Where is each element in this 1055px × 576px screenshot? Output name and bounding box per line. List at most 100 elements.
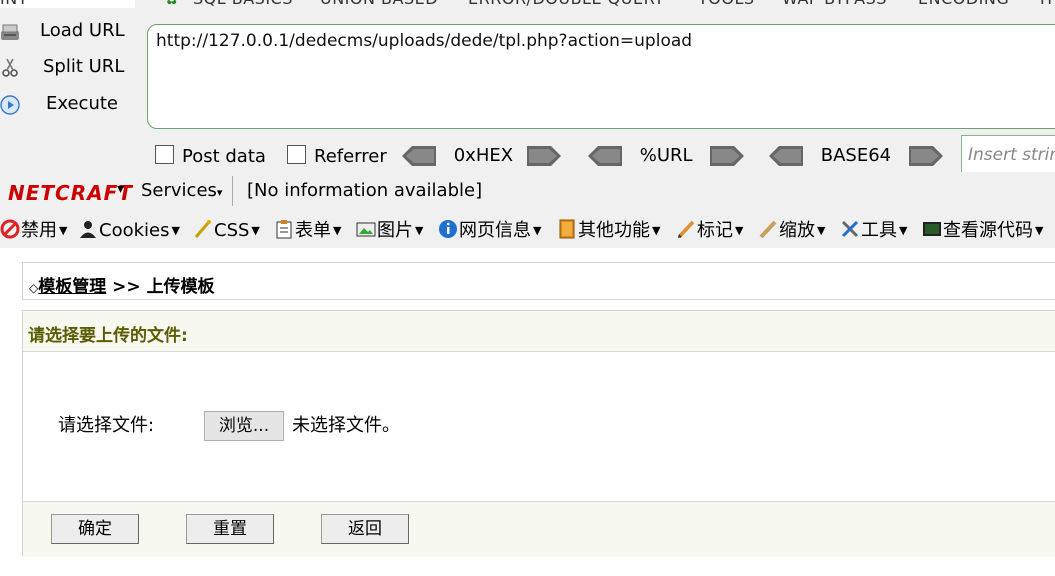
chevron-down-icon: ▼ (415, 224, 424, 237)
services-menu[interactable]: Services▾ (141, 180, 222, 201)
chevron-down-icon: ▼ (899, 224, 908, 237)
referrer-checkbox[interactable]: Referrer (287, 144, 387, 170)
post-data-checkbox[interactable]: Post data (155, 144, 266, 170)
services-label: Services (141, 180, 217, 201)
chevron-down-icon: ▼ (59, 224, 68, 237)
images-label: 图片 (377, 220, 413, 241)
form-header: 请选择要上传的文件: (23, 311, 1055, 352)
cookies-menu[interactable]: Cookies ▼ (78, 218, 180, 244)
insert-string-input[interactable]: Insert string (961, 135, 1055, 177)
post-data-check[interactable] (155, 145, 174, 164)
breadcrumb-text: ◇模板管理 >> 上传模板 (29, 272, 215, 297)
menu-sql-basics[interactable]: SQL BASICS (193, 0, 293, 8)
chevron-down-icon: ▼ (251, 224, 260, 237)
back-button[interactable]: 返回 (321, 514, 409, 544)
arrow-right-icon[interactable] (526, 146, 561, 166)
menu-waf-bypass[interactable]: WAF BYPASS (782, 0, 887, 8)
person-icon (80, 221, 96, 238)
chevron-down-icon: ▼ (817, 224, 826, 237)
forms-menu[interactable]: 表单 ▼ (274, 218, 341, 244)
form-footer: 确定 重置 返回 (23, 501, 1055, 557)
url-textarea[interactable]: http://127.0.0.1/dedecms/uploads/dede/tp… (147, 24, 1055, 129)
breadcrumb-link-template-manage[interactable]: 模板管理 (38, 277, 106, 297)
view-source-menu[interactable]: 查看源代码 ▼ (922, 218, 1043, 244)
base64-encoder[interactable]: BASE64 (769, 144, 943, 170)
misc-label: 其他功能 (578, 220, 650, 241)
menu-tools[interactable]: TOOLS (698, 0, 755, 8)
netcraft-logo-text: NETCRAFT (8, 181, 133, 205)
chevron-down-icon: ▼ (333, 224, 342, 237)
chevron-down-icon: ▾ (216, 186, 223, 199)
split-url-label: Split URL (43, 56, 125, 77)
disable-icon (0, 219, 20, 239)
arrow-right-icon[interactable] (908, 146, 943, 166)
images-menu[interactable]: 图片 ▼ (356, 218, 423, 244)
breadcrumb: ◇模板管理 >> 上传模板 (22, 262, 1055, 300)
referrer-label: Referrer (314, 146, 387, 167)
css-label: CSS (214, 220, 250, 241)
disable-menu[interactable]: 禁用 ▼ (0, 218, 67, 244)
page-info-menu[interactable]: 网页信息 ▼ (438, 218, 541, 244)
page-content: ◇模板管理 >> 上传模板 请选择要上传的文件: 请选择文件: 浏览... 未选… (0, 248, 1055, 576)
file-label: 请选择文件: (58, 415, 155, 436)
cookies-label: Cookies (99, 220, 170, 241)
menu-int[interactable]: INT (0, 0, 28, 8)
webdev-toolbar: 禁用 ▼ Cookies ▼ CSS ▼ 表单 ▼ 图片 ▼ 网页信息 ▼ 其他功能 ▼ 标记… (0, 212, 1055, 248)
hackbar-panel: Load URL Split URL Execute http://127.0.… (0, 8, 1055, 177)
pencil-icon (677, 220, 695, 239)
ok-button[interactable]: 确定 (51, 514, 139, 544)
image-icon (356, 222, 376, 237)
forms-label: 表单 (295, 220, 331, 241)
arrow-right-icon[interactable] (710, 146, 745, 166)
scissors-icon (2, 58, 18, 77)
chevron-down-icon: ▼ (652, 224, 661, 237)
form-title: 请选择要上传的文件: (28, 326, 188, 346)
execute-label: Execute (46, 93, 118, 114)
resize-label: 缩放 (779, 220, 815, 241)
arrow-left-icon[interactable] (769, 146, 803, 166)
top-menu-bar: INT ✿ SQL BASICS UNION BASED ERROR/DOUBL… (0, 0, 1055, 8)
chevron-down-icon[interactable]: ▾ (117, 181, 124, 197)
arrow-left-icon[interactable] (402, 146, 436, 166)
menu-encoding[interactable]: ENCODING (918, 0, 1009, 8)
menu-green-icon: ✿ (165, 0, 179, 8)
netcraft-toolbar: NETCRAFT ▾ Services▾ [No information ava… (0, 172, 1055, 210)
disable-label: 禁用 (21, 220, 57, 241)
css-menu[interactable]: CSS ▼ (193, 218, 260, 244)
toolbar-divider (232, 176, 233, 206)
browse-button[interactable]: 浏览... (204, 411, 284, 441)
no-file-text: 未选择文件。 (292, 415, 400, 436)
tools-label: 工具 (861, 220, 897, 241)
tools-menu[interactable]: 工具 ▼ (840, 218, 907, 244)
site-info: [No information available] (247, 180, 483, 201)
page-info-label: 网页信息 (459, 220, 531, 241)
reset-button[interactable]: 重置 (186, 514, 274, 544)
book-icon (559, 219, 575, 239)
tools-icon (841, 220, 859, 238)
view-source-label: 查看源代码 (943, 220, 1033, 241)
resize-menu[interactable]: 缩放 ▼ (758, 218, 825, 244)
breadcrumb-current: 上传模板 (146, 277, 215, 297)
misc-menu[interactable]: 其他功能 ▼ (557, 218, 660, 244)
referrer-check[interactable] (287, 145, 306, 164)
chevron-down-icon: ▼ (533, 224, 542, 237)
menu-union-based[interactable]: UNION BASED (320, 0, 438, 8)
execute-button[interactable]: Execute (0, 89, 140, 119)
play-icon (0, 95, 20, 115)
upload-form: 请选择要上传的文件: 请选择文件: 浏览... 未选择文件。 确定 重置 返回 (22, 310, 1055, 557)
arrow-left-icon[interactable] (588, 146, 622, 166)
split-url-button[interactable]: Split URL (0, 52, 140, 82)
outline-menu[interactable]: 标记 ▼ (676, 218, 743, 244)
menu-ht[interactable]: HT (1040, 0, 1055, 8)
menu-error-double-query[interactable]: ERROR/DOUBLE QUERY (468, 0, 664, 8)
chevron-down-icon: ▼ (171, 224, 180, 237)
chevron-down-icon: ▼ (735, 224, 744, 237)
load-url-button[interactable]: Load URL (0, 16, 140, 46)
wand-icon (194, 220, 211, 238)
url-enc-label: %URL (639, 145, 693, 166)
hex-encoder[interactable]: 0xHEX (402, 144, 561, 170)
load-url-label: Load URL (40, 20, 125, 41)
hex-label: 0xHEX (453, 145, 514, 166)
url-encoder[interactable]: %URL (588, 144, 745, 170)
netcraft-logo[interactable]: NETCRAFT (8, 181, 133, 205)
